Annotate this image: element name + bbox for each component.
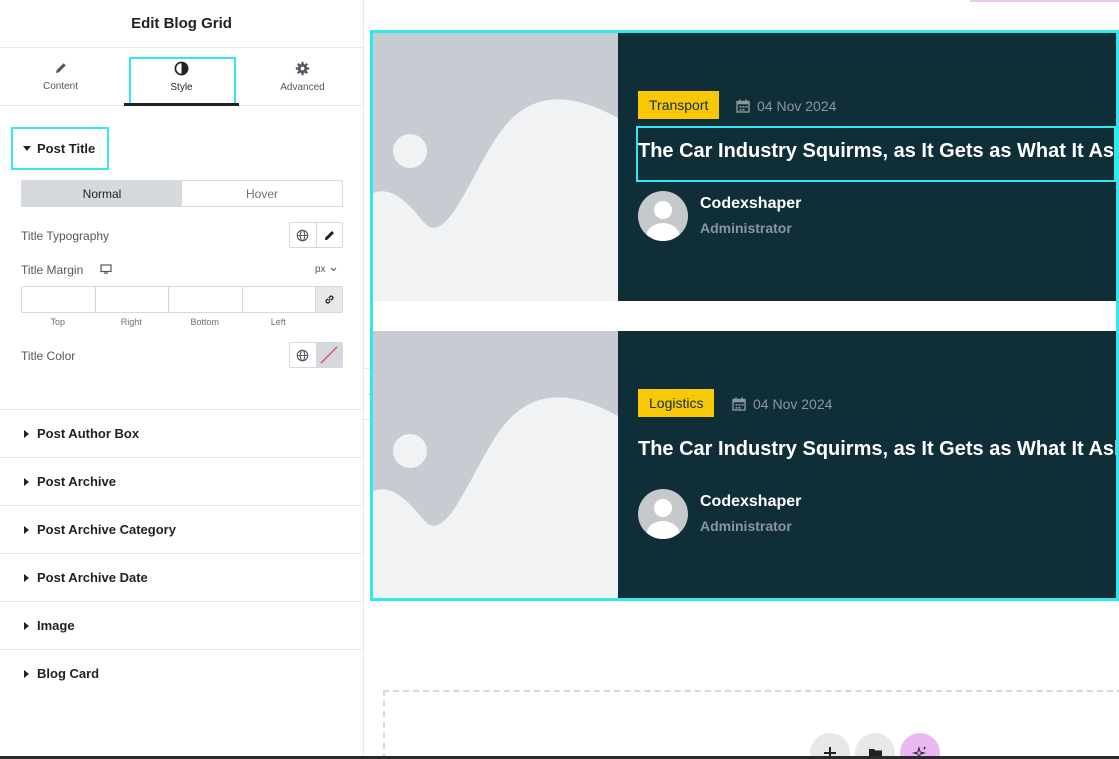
margin-top-label: Top xyxy=(50,317,65,327)
caret-right-icon xyxy=(24,669,29,678)
section-post-title-header[interactable]: Post Title xyxy=(11,127,109,170)
title-typography-label: Title Typography xyxy=(21,229,110,243)
tab-content-label: Content xyxy=(42,81,79,92)
section-label: Blog Card xyxy=(37,666,100,681)
section-label: Post Archive Date xyxy=(37,570,148,585)
tab-advanced[interactable]: Advanced xyxy=(242,48,363,105)
contrast-icon xyxy=(174,61,189,75)
panel-title: Edit Blog Grid xyxy=(0,0,363,48)
margin-unit-value: px xyxy=(315,264,326,275)
section-post-archive-category[interactable]: Post Archive Category xyxy=(0,505,363,553)
color-global-button[interactable] xyxy=(290,343,316,367)
tab-advanced-label: Advanced xyxy=(280,81,325,93)
caret-down-icon xyxy=(23,146,31,151)
selected-widget-outline xyxy=(370,30,1119,601)
chevron-down-icon xyxy=(330,267,336,272)
section-blog-card[interactable]: Blog Card xyxy=(0,649,363,697)
caret-right-icon xyxy=(24,621,29,630)
section-post-author-box[interactable]: Post Author Box xyxy=(0,409,363,457)
section-label: Image xyxy=(37,618,75,633)
section-post-title-label: Post Title xyxy=(37,141,96,156)
pencil-icon xyxy=(55,63,66,73)
margin-left-label: Left xyxy=(270,317,286,327)
margin-left-input[interactable] xyxy=(242,287,316,312)
tab-style-label: Style xyxy=(170,81,193,93)
active-tab-indicator xyxy=(124,103,239,106)
gear-icon xyxy=(295,61,310,75)
caret-right-icon xyxy=(24,573,29,582)
panel-tabs: Content Style Advanced xyxy=(0,48,363,106)
color-picker-swatch[interactable] xyxy=(315,343,342,367)
margin-unit-select[interactable]: px xyxy=(315,264,337,275)
section-image[interactable]: Image xyxy=(0,601,363,649)
state-normal-button[interactable]: Normal xyxy=(22,181,182,206)
section-post-archive-date[interactable]: Post Archive Date xyxy=(0,553,363,601)
globe-icon xyxy=(296,229,309,241)
tab-style[interactable]: Style xyxy=(121,48,242,105)
no-color-icon xyxy=(320,346,338,364)
margin-bottom-input[interactable] xyxy=(169,287,243,312)
margin-right-label: Right xyxy=(120,317,142,327)
section-label: Post Author Box xyxy=(37,426,140,441)
state-toggle: Normal Hover xyxy=(21,180,343,207)
section-post-archive[interactable]: Post Archive xyxy=(0,457,363,505)
tab-content[interactable]: Content xyxy=(0,48,121,105)
caret-right-icon xyxy=(24,525,29,534)
state-hover-button[interactable]: Hover xyxy=(182,181,342,206)
typography-edit-button[interactable] xyxy=(315,223,343,247)
link-icon xyxy=(324,295,334,304)
margin-side-labels: Top Right Bottom Left xyxy=(21,317,315,327)
margin-link-button[interactable] xyxy=(316,287,342,312)
title-color-label: Title Color xyxy=(21,349,76,363)
pencil-icon xyxy=(324,230,334,240)
section-label: Post Archive xyxy=(37,474,116,489)
margin-right-input[interactable] xyxy=(95,287,169,312)
title-margin-label: Title Margin xyxy=(21,263,84,277)
title-typography-controls xyxy=(289,222,343,248)
top-accent-strip xyxy=(970,0,1119,2)
add-section-dropzone[interactable] xyxy=(383,690,1119,759)
globe-icon xyxy=(296,349,309,361)
caret-right-icon xyxy=(24,477,29,486)
title-color-controls xyxy=(289,342,343,368)
margin-top-input[interactable] xyxy=(22,287,96,312)
desktop-icon[interactable] xyxy=(100,264,112,275)
title-margin-inputs xyxy=(21,286,343,313)
typography-global-button[interactable] xyxy=(290,223,316,247)
margin-bottom-label: Bottom xyxy=(190,317,219,327)
section-label: Post Archive Category xyxy=(37,522,176,537)
caret-right-icon xyxy=(24,429,29,438)
